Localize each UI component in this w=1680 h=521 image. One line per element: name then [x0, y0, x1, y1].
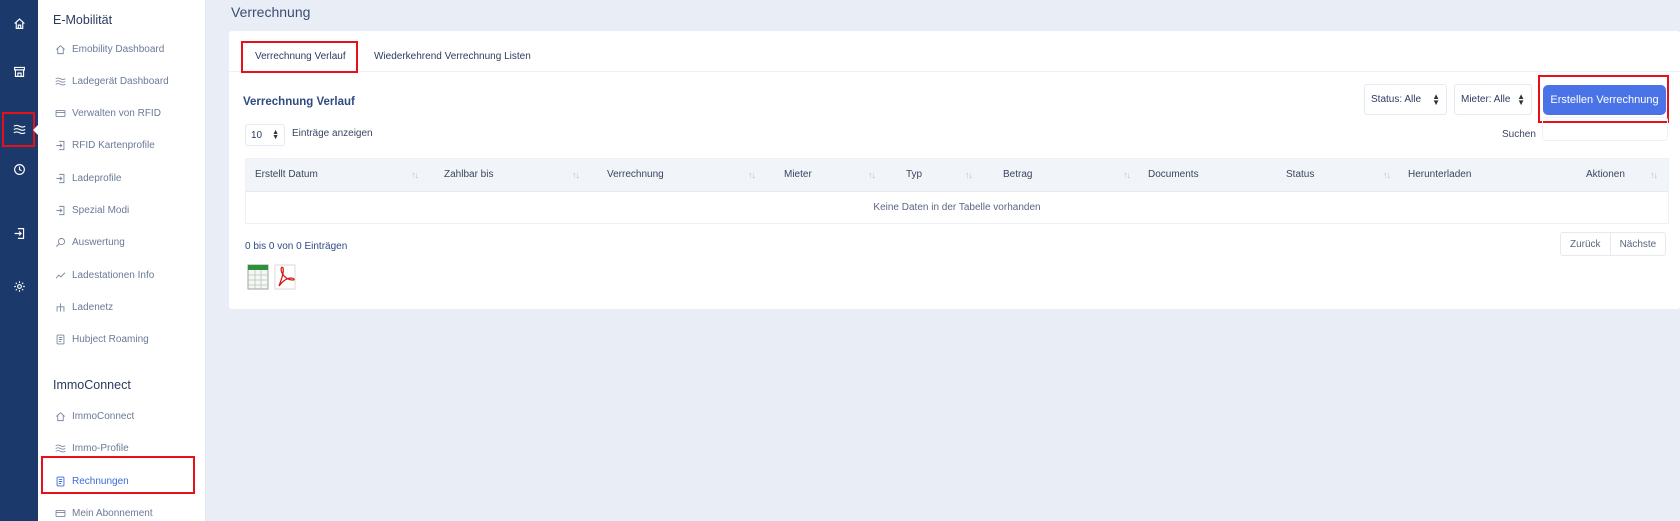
search-label: Suchen	[1502, 129, 1536, 140]
clock-icon[interactable]	[0, 154, 38, 184]
sort-icon: ↑↓	[572, 170, 580, 180]
sidebar: E-Mobilität Emobility Dashboard Ladegerä…	[38, 0, 206, 521]
waves-icon	[53, 74, 67, 88]
sidebar-item-ladenetz[interactable]: Ladenetz	[53, 296, 203, 318]
sidebar-item-label: Ladestationen Info	[72, 269, 155, 281]
sidebar-item-label: Spezial Modi	[72, 204, 130, 216]
table-empty-message: Keine Daten in der Tabelle vorhanden	[873, 202, 1041, 213]
sidebar-item-mein-abonnement[interactable]: Mein Abonnement	[53, 502, 203, 521]
next-page-button[interactable]: Nächste	[1609, 233, 1666, 255]
sort-icon: ↑↓	[1123, 170, 1131, 180]
column-header[interactable]: Verrechnung	[607, 169, 664, 180]
login-icon	[53, 171, 67, 185]
card-icon	[53, 506, 67, 520]
excel-export-icon[interactable]	[247, 264, 269, 290]
status-filter-select[interactable]: Status: Alle ▲ ▼	[1364, 84, 1447, 115]
sidebar-item-immoconnect[interactable]: ImmoConnect	[53, 405, 203, 427]
column-header[interactable]: Zahlbar bis	[444, 169, 493, 180]
icon-rail	[0, 0, 39, 521]
page-title: Verrechnung	[231, 4, 311, 20]
search-icon	[53, 235, 67, 249]
sidebar-item-ladeprofile[interactable]: Ladeprofile	[53, 167, 203, 189]
sort-icon: ↑↓	[411, 170, 419, 180]
column-header: Documents	[1148, 169, 1199, 180]
login-icon	[53, 138, 67, 152]
sidebar-item-rfid-kartenprofile[interactable]: RFID Kartenprofile	[53, 134, 203, 156]
page-length-label: Einträge anzeigen	[292, 128, 373, 139]
card-title: Verrechnung Verlauf	[243, 96, 355, 108]
sidebar-item-verwalten-rfid[interactable]: Verwalten von RFID	[53, 102, 203, 124]
tenant-filter-value: Mieter: Alle	[1461, 94, 1511, 105]
highlight-box	[1538, 75, 1669, 123]
section-title-immoconnect: ImmoConnect	[53, 378, 131, 392]
highlight-box	[41, 456, 195, 494]
status-filter-value: Status: Alle	[1371, 94, 1422, 105]
home-icon	[53, 42, 67, 56]
tenant-filter-select[interactable]: Mieter: Alle ▲ ▼	[1454, 84, 1532, 115]
store-icon[interactable]	[0, 56, 38, 86]
home-icon	[53, 409, 67, 423]
sort-caret-icon: ▲ ▼	[272, 129, 279, 141]
sidebar-item-ladegeraet-dashboard[interactable]: Ladegerät Dashboard	[53, 70, 203, 92]
sort-caret-icon: ▲ ▼	[1517, 91, 1525, 107]
sidebar-item-auswertung[interactable]: Auswertung	[53, 231, 203, 253]
home-icon[interactable]	[0, 8, 38, 38]
sort-icon: ↑↓	[1650, 170, 1658, 180]
login-icon[interactable]	[0, 218, 38, 248]
sort-icon: ↑↓	[868, 170, 876, 180]
gear-icon[interactable]	[0, 271, 38, 301]
sidebar-item-label: Ladeprofile	[72, 172, 122, 184]
column-header[interactable]: Betrag	[1003, 169, 1032, 180]
sidebar-item-label: Hubject Roaming	[72, 333, 149, 345]
pdf-export-icon[interactable]	[274, 264, 296, 290]
prev-page-button[interactable]: Zurück	[1561, 233, 1610, 255]
sidebar-item-label: Auswertung	[72, 236, 125, 248]
sidebar-item-label: Ladegerät Dashboard	[72, 75, 169, 87]
waves-icon	[53, 441, 67, 455]
column-header[interactable]: Mieter	[784, 169, 812, 180]
billing-table: Erstellt Datum ↑↓ Zahlbar bis ↑↓ Verrech…	[245, 158, 1669, 224]
page-length-value: 10	[251, 129, 263, 141]
tab-bar: Verrechnung Verlauf Wiederkehrend Verrec…	[229, 31, 1680, 73]
highlight-box	[241, 41, 358, 73]
sort-icon: ↑↓	[748, 170, 756, 180]
sidebar-item-emobility-dashboard[interactable]: Emobility Dashboard	[53, 38, 203, 60]
sidebar-item-ladestationen-info[interactable]: Ladestationen Info	[53, 264, 203, 286]
sidebar-item-label: Immo-Profile	[72, 442, 129, 454]
column-header[interactable]: Aktionen	[1586, 169, 1625, 180]
column-header[interactable]: Status	[1286, 169, 1314, 180]
sidebar-item-label: Verwalten von RFID	[72, 107, 161, 119]
network-icon	[53, 300, 67, 314]
sidebar-item-label: Emobility Dashboard	[72, 43, 165, 55]
sidebar-item-spezial-modi[interactable]: Spezial Modi	[53, 199, 203, 221]
document-icon	[53, 332, 67, 346]
sort-caret-icon: ▲ ▼	[1432, 91, 1440, 107]
tab-wiederkehrend-verrechnung[interactable]: Wiederkehrend Verrechnung Listen	[374, 51, 531, 62]
sidebar-item-label: Mein Abonnement	[72, 507, 153, 519]
sidebar-item-label: RFID Kartenprofile	[72, 139, 155, 151]
sidebar-item-hubject-roaming[interactable]: Hubject Roaming	[53, 328, 203, 350]
search-input[interactable]	[1542, 117, 1668, 141]
sort-icon: ↑↓	[965, 170, 973, 180]
table-info: 0 bis 0 von 0 Einträgen	[245, 241, 348, 252]
column-header: Herunterladen	[1408, 169, 1472, 180]
main-card: Verrechnung Verlauf Wiederkehrend Verrec…	[229, 31, 1680, 309]
section-title-emobility: E-Mobilität	[53, 13, 113, 27]
sort-icon: ↑↓	[1383, 170, 1391, 180]
card-icon	[53, 106, 67, 120]
table-header: Erstellt Datum ↑↓ Zahlbar bis ↑↓ Verrech…	[246, 159, 1668, 192]
page-length-select[interactable]: 10 ▲ ▼	[245, 124, 285, 146]
column-header[interactable]: Erstellt Datum	[255, 169, 318, 180]
login-icon	[53, 203, 67, 217]
highlight-box	[2, 112, 35, 147]
trend-icon	[53, 268, 67, 282]
pagination: Zurück Nächste	[1560, 232, 1667, 256]
sidebar-item-label: Ladenetz	[72, 301, 114, 313]
column-header[interactable]: Typ	[906, 169, 922, 180]
sidebar-item-label: ImmoConnect	[72, 410, 135, 422]
